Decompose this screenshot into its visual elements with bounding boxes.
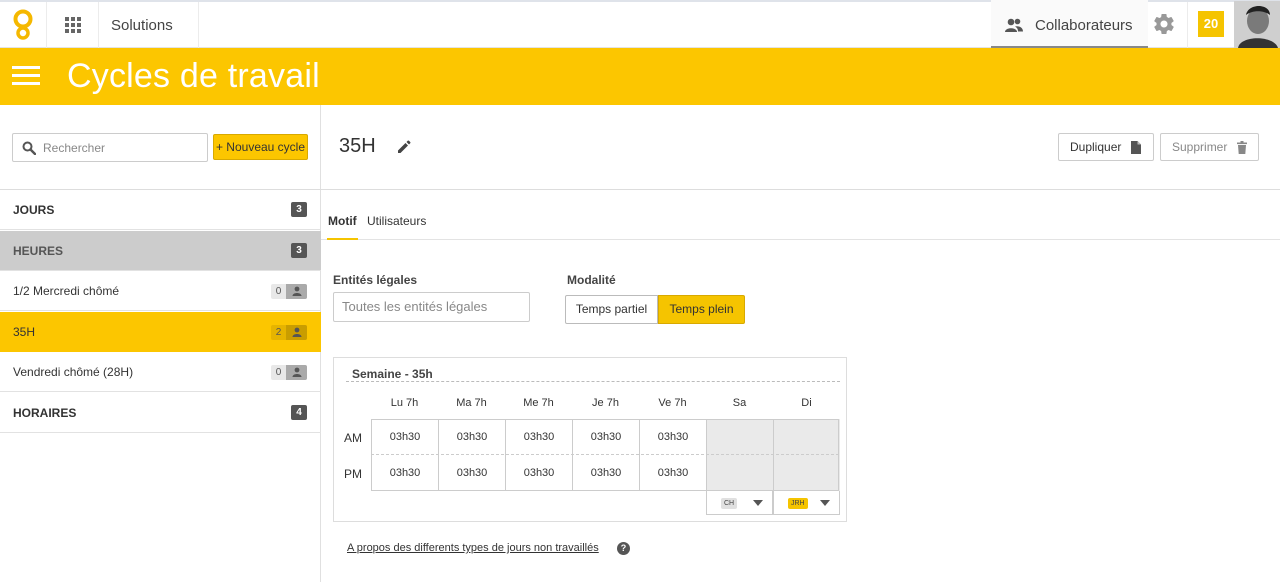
pm-label: PM <box>344 467 362 481</box>
users-count: 2 <box>275 327 282 338</box>
cycle-title: 35H <box>339 135 376 157</box>
users-count: 0 <box>275 286 282 297</box>
cycle-label: 35H <box>13 325 36 339</box>
tab-utilisateurs[interactable]: Utilisateurs <box>367 214 426 240</box>
sidebar: + Nouveau cycle JOURS 3 HEURES 3 1/2 Mer… <box>0 105 321 582</box>
week-schedule: Semaine - 35h Lu 7h Ma 7h Me 7h Je 7h Ve… <box>333 357 847 522</box>
new-cycle-button[interactable]: + Nouveau cycle <box>213 134 308 160</box>
apps-grid-icon[interactable] <box>65 17 81 33</box>
cycle-label: Vendredi chômé (28H) <box>13 365 134 379</box>
tab-motif[interactable]: Motif <box>327 214 358 240</box>
day-header: Me 7h <box>523 397 554 409</box>
collaborateurs-menu[interactable]: Collaborateurs <box>991 0 1148 48</box>
search-icon <box>22 141 36 155</box>
temps-partiel-button[interactable]: Temps partiel <box>565 295 658 324</box>
category-label: HORAIRES <box>13 406 77 420</box>
page-header: Cycles de travail <box>0 48 1280 105</box>
entities-select[interactable]: Toutes les entités légales <box>333 292 530 322</box>
avatar[interactable] <box>1234 1 1280 48</box>
solutions-menu[interactable]: Solutions <box>111 17 173 34</box>
duplicate-label: Dupliquer <box>1070 140 1122 154</box>
day-header: Ve 7h <box>658 397 687 409</box>
users-count: 0 <box>275 367 282 378</box>
search-input[interactable] <box>43 138 203 158</box>
category-label: JOURS <box>13 203 55 217</box>
week-grid-frame <box>371 419 839 491</box>
avatar-portrait-icon <box>1234 1 1280 48</box>
category-jours[interactable]: JOURS 3 <box>0 190 321 230</box>
users-icon <box>1005 18 1023 32</box>
day-header: Di <box>801 397 812 409</box>
app-logo-icon[interactable] <box>10 9 36 41</box>
hamburger-menu-icon[interactable] <box>12 66 40 86</box>
am-label: AM <box>344 431 362 445</box>
category-count-badge: 3 <box>291 243 307 258</box>
notification-count-badge[interactable]: 20 <box>1198 11 1224 37</box>
cycle-label: 1/2 Mercredi chômé <box>13 284 120 298</box>
gear-icon[interactable] <box>1152 12 1176 36</box>
top-bar-divider <box>1187 2 1188 48</box>
category-heures[interactable]: HEURES 3 <box>0 231 321 271</box>
modality-label: Modalité <box>567 273 616 287</box>
caret-down-icon <box>820 500 830 506</box>
entities-label: Entités légales <box>333 273 418 287</box>
week-title: Semaine - 35h <box>352 367 433 381</box>
users-count-badge: 0 <box>271 284 307 299</box>
day-header: Ma 7h <box>456 397 487 409</box>
collaborateurs-label: Collaborateurs <box>1035 17 1133 34</box>
temps-plein-button[interactable]: Temps plein <box>658 295 745 324</box>
top-bar-divider <box>46 2 47 48</box>
duplicate-button[interactable]: Dupliquer <box>1058 133 1154 161</box>
help-icon[interactable]: ? <box>617 542 630 555</box>
category-horaires[interactable]: HORAIRES 4 <box>0 393 321 433</box>
users-count-badge: 2 <box>271 325 307 340</box>
day-type-tag: CH <box>721 498 738 509</box>
page-title: Cycles de travail <box>67 57 320 95</box>
users-count-badge: 0 <box>271 365 307 380</box>
caret-down-icon <box>753 500 763 506</box>
saturday-day-type-select[interactable]: CH <box>706 491 773 515</box>
top-bar: Solutions Collaborateurs 20 <box>0 0 1280 48</box>
user-icon <box>286 284 307 299</box>
tabs: Motif Utilisateurs <box>321 190 1280 240</box>
day-type-tag: JRH <box>788 498 808 509</box>
category-count-badge: 4 <box>291 405 307 420</box>
top-bar-divider <box>198 2 199 48</box>
list-item[interactable]: Vendredi chômé (28H) 0 <box>0 352 321 392</box>
day-header: Sa <box>732 397 747 409</box>
about-link[interactable]: A propos des differents types de jours n… <box>347 542 599 554</box>
sunday-day-type-select[interactable]: JRH <box>773 491 840 515</box>
user-icon <box>286 365 307 380</box>
pencil-icon[interactable] <box>397 140 411 154</box>
week-grid-midline <box>371 454 839 455</box>
list-item[interactable]: 1/2 Mercredi chômé 0 <box>0 271 321 311</box>
category-label: HEURES <box>13 244 64 258</box>
delete-label: Supprimer <box>1172 140 1228 154</box>
top-bar-divider <box>98 2 99 48</box>
trash-icon <box>1237 141 1247 154</box>
week-title-divider <box>346 381 840 382</box>
list-item-selected[interactable]: 35H 2 <box>0 312 321 352</box>
user-icon <box>286 325 307 340</box>
category-count-badge: 3 <box>291 202 307 217</box>
day-header: Lu 7h <box>390 397 419 409</box>
delete-button[interactable]: Supprimer <box>1160 133 1259 161</box>
search-box[interactable] <box>12 133 208 162</box>
day-header: Je 7h <box>592 397 619 409</box>
document-icon <box>1131 141 1141 154</box>
